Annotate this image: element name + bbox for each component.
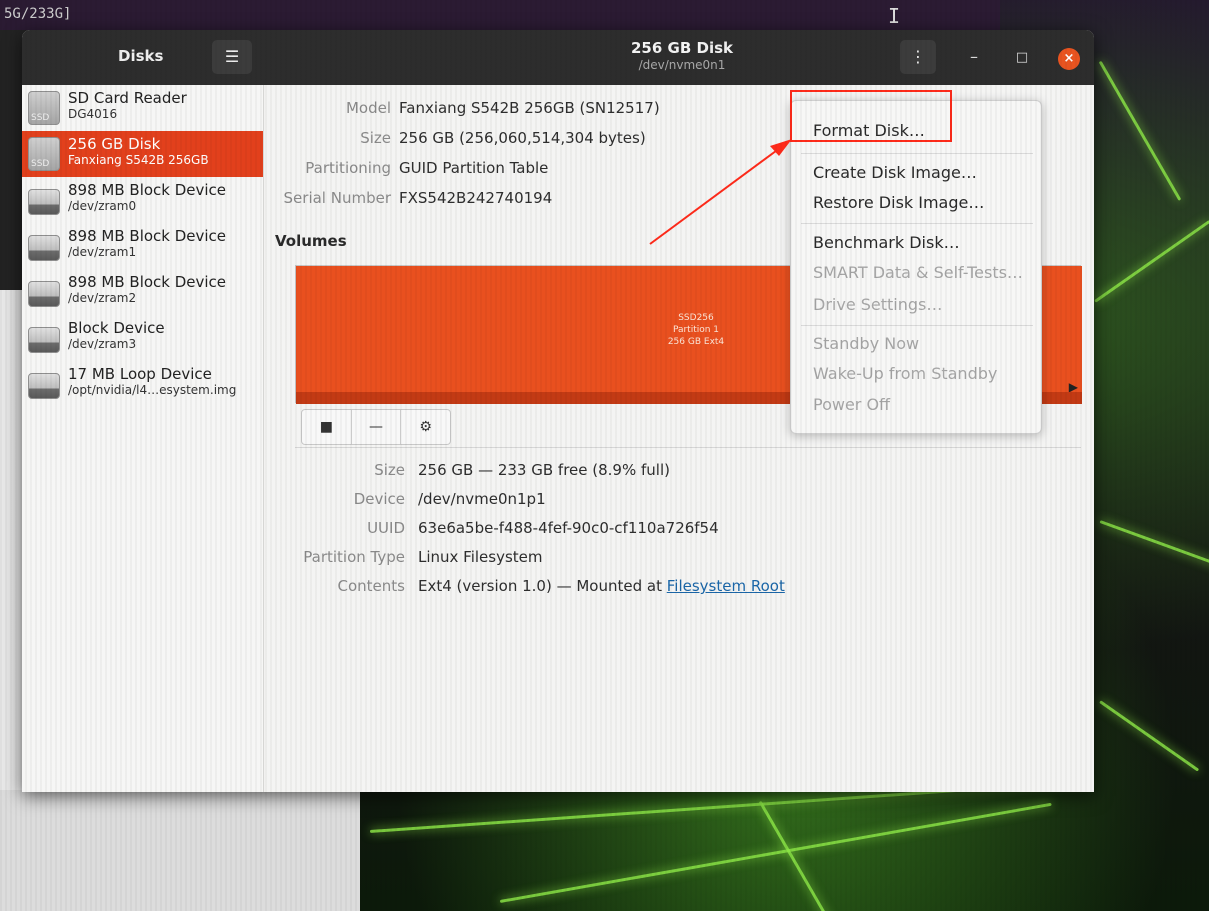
annotation-arrow-line: [649, 147, 781, 245]
annotation-arrow: [649, 139, 792, 245]
